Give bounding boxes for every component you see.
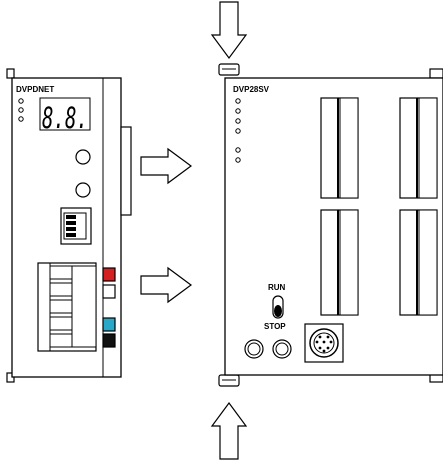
stop-label: STOP [264, 322, 286, 331]
up-arrow-icon [210, 401, 248, 460]
status-led [18, 107, 24, 113]
dip-switch-lever[interactable] [66, 227, 76, 231]
io-terminal-cover [399, 97, 438, 199]
right-arrow-icon [140, 266, 193, 304]
run-stop-switch-lever[interactable] [274, 305, 282, 317]
left-module: DVPDNET 8.8. [6, 68, 132, 383]
status-led [235, 147, 241, 153]
left-module-title: DVPDNET [16, 85, 54, 94]
black-indicator [102, 333, 116, 348]
left-module-side-connector [120, 126, 132, 216]
terminal-screw [49, 299, 73, 314]
blue-indicator [102, 317, 116, 332]
status-led [18, 116, 24, 122]
terminal-screw [49, 333, 73, 348]
left-module-top-tab [6, 68, 15, 79]
right-module-side-tab [429, 68, 443, 79]
white-indicator [102, 284, 116, 299]
right-module-title: DVP28SV [233, 85, 270, 94]
dip-switch-lever[interactable] [66, 221, 76, 225]
io-terminal-cover [320, 209, 359, 316]
io-terminal-cover [399, 209, 438, 316]
terminal-screw [49, 282, 73, 297]
status-led [235, 118, 241, 124]
down-arrow-icon [210, 1, 248, 60]
right-arrow-icon [140, 147, 193, 185]
terminal-screw [49, 265, 73, 280]
run-label: RUN [268, 283, 286, 292]
dip-switch-lever[interactable] [66, 215, 76, 219]
comm-port-icon[interactable] [304, 323, 344, 363]
right-module: DVP28SV RUN STOP [218, 63, 443, 387]
module-connection-diagram: DVPDNET 8.8. DVP28SV RUN STOP [6, 1, 443, 460]
status-led [235, 157, 241, 163]
status-led [235, 128, 241, 134]
terminal-screw [49, 316, 73, 331]
terminal-block [37, 262, 97, 352]
terminal-side [71, 265, 97, 348]
red-indicator [102, 267, 116, 282]
status-led [235, 98, 241, 104]
dip-switch-lever[interactable] [66, 233, 76, 237]
io-terminal-cover [320, 97, 359, 199]
status-led [235, 108, 241, 114]
display-readout: 8.8. [42, 101, 88, 135]
address-rotary-switch[interactable] [75, 182, 91, 198]
status-led [18, 98, 24, 104]
address-rotary-switch[interactable] [75, 149, 91, 165]
